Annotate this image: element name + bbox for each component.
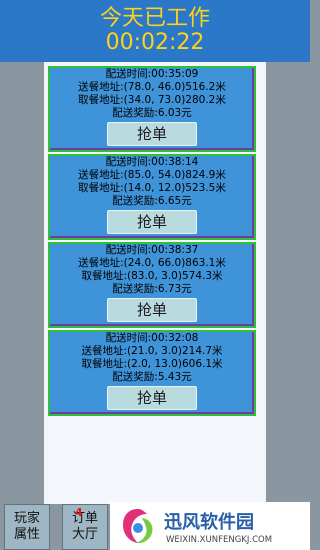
grab-order-button[interactable]: 抢单 bbox=[107, 122, 197, 146]
order-count-badge: 4 bbox=[75, 506, 83, 519]
watermark-logo-icon bbox=[123, 509, 153, 544]
grab-order-button[interactable]: 抢单 bbox=[107, 210, 197, 234]
watermark: 迅风软件园 WEIXIN.XUNFENGKJ.COM bbox=[110, 502, 310, 550]
grab-order-button[interactable]: 抢单 bbox=[107, 386, 197, 410]
header-bar: 今天已工作 00:02:22 bbox=[0, 0, 310, 63]
delivery-address: 送餐地址:(24.0, 66.0)863.1米 bbox=[78, 257, 226, 269]
delivery-reward: 配送奖励:6.65元 bbox=[112, 195, 192, 207]
delivery-time: 配送时间:00:38:14 bbox=[105, 156, 199, 168]
pickup-address: 取餐地址:(34.0, 73.0)280.2米 bbox=[78, 94, 226, 106]
delivery-address: 送餐地址:(85.0, 54.0)824.9米 bbox=[78, 169, 226, 181]
watermark-name: 迅风软件园 bbox=[164, 512, 254, 533]
delivery-time: 配送时间:00:38:37 bbox=[105, 244, 199, 256]
delivery-time: 配送时间:00:32:08 bbox=[105, 332, 199, 344]
pickup-address: 取餐地址:(14.0, 12.0)523.5米 bbox=[78, 182, 226, 194]
order-card: 配送时间:00:32:08 送餐地址:(21.0, 3.0)214.7米 取餐地… bbox=[48, 330, 256, 416]
order-list-area[interactable]: 配送时间:00:35:09 送餐地址:(78.0, 46.0)516.2米 取餐… bbox=[0, 62, 310, 504]
delivery-reward: 配送奖励:6.03元 bbox=[112, 107, 192, 119]
order-card: 配送时间:00:35:09 送餐地址:(78.0, 46.0)516.2米 取餐… bbox=[48, 66, 256, 152]
tab-label-line1: 玩家 bbox=[13, 511, 40, 526]
pickup-address: 取餐地址:(83.0, 3.0)574.3米 bbox=[81, 270, 223, 282]
tab-label-line2: 大厅 bbox=[71, 527, 98, 542]
grab-order-button[interactable]: 抢单 bbox=[107, 298, 197, 322]
tab-player-attributes[interactable]: 玩家 属性 bbox=[4, 504, 50, 550]
delivery-reward: 配送奖励:6.73元 bbox=[112, 283, 192, 295]
pickup-address: 取餐地址:(2.0, 13.0)606.1米 bbox=[81, 358, 223, 370]
tab-order-hall[interactable]: 4 订单 大厅 bbox=[62, 504, 108, 550]
delivery-address: 送餐地址:(21.0, 3.0)214.7米 bbox=[81, 345, 223, 357]
work-timer: 00:02:22 bbox=[105, 30, 205, 55]
delivery-reward: 配送奖励:5.43元 bbox=[112, 371, 192, 383]
watermark-url: WEIXIN.XUNFENGKJ.COM bbox=[166, 535, 273, 545]
order-card: 配送时间:00:38:37 送餐地址:(24.0, 66.0)863.1米 取餐… bbox=[48, 242, 256, 328]
work-status-title: 今天已工作 bbox=[99, 6, 210, 31]
delivery-time: 配送时间:00:35:09 bbox=[105, 68, 199, 80]
delivery-address: 送餐地址:(78.0, 46.0)516.2米 bbox=[78, 81, 226, 93]
order-card: 配送时间:00:38:14 送餐地址:(85.0, 54.0)824.9米 取餐… bbox=[48, 154, 256, 240]
tab-label-line2: 属性 bbox=[13, 527, 40, 542]
